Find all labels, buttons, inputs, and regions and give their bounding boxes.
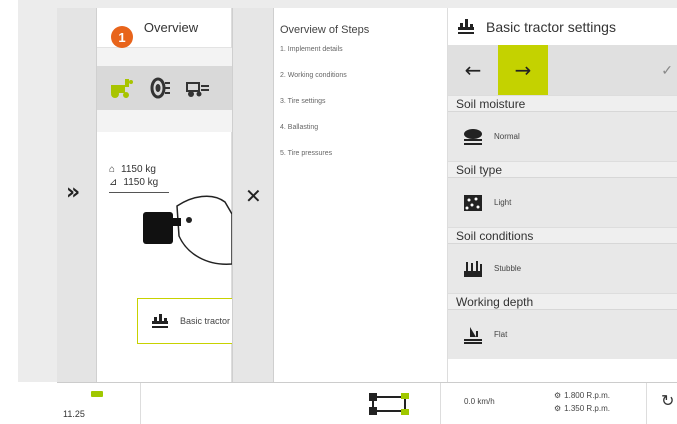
soil-moisture-icon — [464, 128, 482, 145]
back-button[interactable]: ← — [448, 45, 498, 95]
step-item[interactable]: 4. Ballasting — [280, 124, 447, 150]
soil-conditions-value: Stubble — [494, 264, 522, 273]
left-rail[interactable]: » — [57, 8, 97, 382]
working-depth-select[interactable]: Flat — [448, 309, 677, 359]
clock-time: 11.25 — [63, 409, 85, 419]
check-icon[interactable]: ✓ — [661, 62, 673, 79]
speed-readout: 0.0 km/h — [464, 397, 495, 406]
soil-type-icon — [464, 194, 482, 211]
ballast-icon[interactable] — [185, 77, 211, 99]
stubble-icon — [464, 260, 482, 277]
settings-header: Basic tractor settings — [448, 8, 677, 45]
step-item[interactable]: 2. Working conditions — [280, 72, 447, 98]
tractor-top-view-icon — [369, 393, 409, 415]
nav-row: ← → ✓ — [448, 45, 677, 95]
rpm-2: 1.350 R.p.m. — [564, 404, 610, 413]
settings-panel: Basic tractor settings ← → ✓ Soil moistu… — [448, 8, 677, 382]
soil-moisture-value: Normal — [494, 132, 520, 141]
soil-moisture-label: Soil moisture — [448, 95, 677, 111]
weight-rear-icon: ⊿ — [109, 177, 118, 188]
step-item[interactable]: 1. Implement details — [280, 46, 447, 72]
soil-type-label: Soil type — [448, 161, 677, 177]
soil-conditions-select[interactable]: Stubble — [448, 243, 677, 293]
status-vehicle-cell — [141, 383, 441, 424]
working-depth-icon — [464, 326, 482, 344]
overview-icon-row — [97, 66, 232, 110]
rpm-1: 1.800 R.p.m. — [564, 391, 610, 400]
battery-icon — [91, 391, 103, 397]
soil-moisture-select[interactable]: Normal — [448, 111, 677, 161]
status-time-cell: 11.25 — [57, 383, 141, 424]
steps-panel: Overview of Steps 1. Implement details 2… — [274, 8, 448, 382]
tractor-settings-icon — [152, 314, 168, 328]
settings-title: Basic tractor settings — [486, 18, 616, 35]
tire-icon[interactable] — [149, 77, 171, 99]
steps-title: Overview of Steps — [280, 24, 370, 36]
rpm-icon: ⚙ — [554, 404, 562, 413]
close-icon[interactable]: ✕ — [245, 184, 262, 208]
weight-front-icon: ⌂ — [109, 164, 116, 175]
soil-conditions-label: Soil conditions — [448, 227, 677, 243]
step-badge: 1 — [111, 26, 133, 48]
working-depth-label: Working depth — [448, 293, 677, 309]
tractor-setup-icon[interactable] — [109, 77, 135, 99]
overview-band — [97, 48, 232, 66]
forward-arrow-icon: → — [514, 58, 532, 82]
overview-band-2 — [97, 110, 232, 132]
step-item[interactable]: 5. Tire pressures — [280, 150, 447, 176]
working-depth-value: Flat — [494, 330, 508, 339]
soil-type-select[interactable]: Light — [448, 177, 677, 227]
weight-front: 1150 kg — [121, 164, 156, 175]
back-arrow-icon: ← — [464, 58, 482, 82]
tractor-silhouette-icon — [143, 195, 232, 265]
forward-button[interactable]: → — [498, 45, 548, 95]
expand-chevron-icon[interactable]: » — [66, 180, 80, 205]
soil-type-value: Light — [494, 198, 512, 207]
gauge-icon[interactable]: ↻ — [661, 391, 674, 411]
overview-panel: 1 Overview ⌂ 1150 kg ⊿ 1150 kg Basic tra… — [97, 8, 287, 382]
rpm-icon: ⚙ — [554, 391, 562, 400]
terminal-screen: » 1 Overview ⌂ 1150 kg ⊿ 1150 kg Basic t… — [57, 8, 677, 382]
step-item[interactable]: 3. Tire settings — [280, 98, 447, 124]
close-strip[interactable]: ✕ — [232, 8, 274, 382]
overview-title: Overview — [143, 20, 199, 35]
tractor-settings-icon — [458, 18, 474, 34]
status-bar: 11.25 0.0 km/h ⚙ 1.800 R.p.m. ⚙ 1.350 R.p.… — [57, 382, 677, 424]
rpm-block: ⚙ 1.800 R.p.m. ⚙ 1.350 R.p.m. — [554, 389, 610, 415]
